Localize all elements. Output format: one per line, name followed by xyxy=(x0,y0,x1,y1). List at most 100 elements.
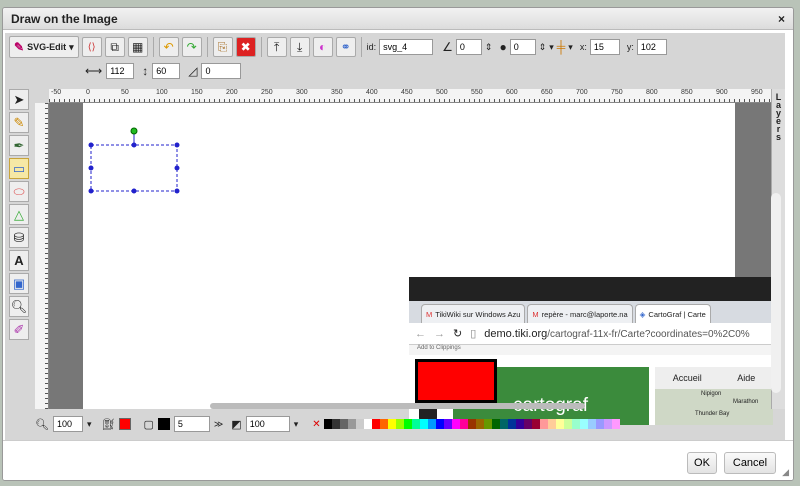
select-tool[interactable]: ➤ xyxy=(9,89,29,110)
zoom-dropdown-icon[interactable]: ▾ xyxy=(87,419,92,430)
path-tool[interactable]: △ xyxy=(9,204,29,225)
stroke-style-icon[interactable]: ≫ xyxy=(214,419,223,430)
svg-edit-menu-button[interactable]: ✎ SVG-Edit ▾ xyxy=(9,36,79,58)
palette-swatch[interactable] xyxy=(324,419,333,429)
palette-swatch[interactable] xyxy=(524,419,533,429)
palette-swatch[interactable] xyxy=(492,419,501,429)
palette-swatch[interactable] xyxy=(380,419,389,429)
ok-button[interactable]: OK xyxy=(687,452,717,474)
palette-swatch[interactable] xyxy=(612,419,621,429)
palette-swatch[interactable] xyxy=(532,419,541,429)
id-input[interactable] xyxy=(379,39,434,55)
resize-handle[interactable] xyxy=(174,188,180,194)
width-input[interactable] xyxy=(106,63,135,79)
angle-input[interactable] xyxy=(455,39,482,55)
reorient-button[interactable]: ⚭ xyxy=(335,37,356,57)
zoom-input[interactable] xyxy=(52,416,83,432)
palette-swatch[interactable] xyxy=(332,419,341,429)
palette-swatch[interactable] xyxy=(396,419,405,429)
palette-swatch[interactable] xyxy=(484,419,493,429)
selection-box[interactable] xyxy=(90,144,178,192)
angle-spinner-icon[interactable]: ⇕ xyxy=(485,42,493,53)
cancel-button[interactable]: Cancel xyxy=(724,452,776,474)
palette-swatch[interactable] xyxy=(348,419,357,429)
stroke-width-input[interactable] xyxy=(173,416,210,432)
palette-swatch[interactable] xyxy=(548,419,557,429)
palette-swatch[interactable] xyxy=(340,419,349,429)
resize-handle[interactable] xyxy=(131,142,137,148)
close-icon[interactable]: × xyxy=(778,12,785,26)
resize-handle[interactable] xyxy=(174,165,180,171)
text-tool[interactable]: A xyxy=(9,250,29,271)
palette-swatch[interactable] xyxy=(580,419,589,429)
fill-color-swatch[interactable] xyxy=(119,418,132,430)
palette-swatch[interactable] xyxy=(508,419,517,429)
palette-swatch[interactable] xyxy=(460,419,469,429)
move-top-button[interactable]: ⤒ xyxy=(266,37,287,57)
redo-button[interactable]: ↷ xyxy=(181,37,202,57)
line-tool[interactable]: ✒ xyxy=(9,135,29,156)
palette-swatch[interactable] xyxy=(588,419,597,429)
corner-radius-input[interactable] xyxy=(201,63,242,79)
dropdown-icon[interactable]: ▾ xyxy=(549,42,554,53)
palette-swatch[interactable] xyxy=(556,419,565,429)
palette-swatch[interactable] xyxy=(604,419,613,429)
vertical-scrollbar[interactable] xyxy=(771,193,781,393)
height-input[interactable] xyxy=(152,63,181,79)
convert-path-button[interactable]: ◐ xyxy=(312,37,333,57)
palette-swatch[interactable] xyxy=(428,419,437,429)
palette-swatch[interactable] xyxy=(356,419,365,429)
pencil-tool[interactable]: ✎ xyxy=(9,112,29,133)
palette-swatch[interactable] xyxy=(476,419,485,429)
blur-input[interactable] xyxy=(509,39,536,55)
resize-handle[interactable] xyxy=(88,142,94,148)
palette-swatch[interactable] xyxy=(564,419,573,429)
cylinder-icon: ⛁ xyxy=(13,229,25,245)
opacity-input[interactable] xyxy=(245,416,290,432)
palette-swatch[interactable] xyxy=(444,419,453,429)
palette-swatch[interactable] xyxy=(540,419,549,429)
zoom-tool[interactable]: 🔍︎ xyxy=(9,296,29,317)
palette-swatch[interactable] xyxy=(364,419,373,429)
resize-handle[interactable] xyxy=(88,188,94,194)
align-icon[interactable]: ╪ xyxy=(557,40,566,54)
clone-button[interactable]: ⎘ xyxy=(212,37,233,57)
palette-swatch[interactable] xyxy=(388,419,397,429)
resize-handle[interactable] xyxy=(174,142,180,148)
palette-swatch[interactable] xyxy=(404,419,413,429)
delete-button[interactable]: ✖ xyxy=(235,37,256,57)
palette-swatch[interactable] xyxy=(572,419,581,429)
resize-handle[interactable] xyxy=(88,165,94,171)
opacity-dropdown-icon[interactable]: ▾ xyxy=(294,419,299,430)
x-input[interactable] xyxy=(589,39,620,55)
palette-swatch[interactable] xyxy=(372,419,381,429)
palette-swatch[interactable] xyxy=(516,419,525,429)
blur-spinner-icon[interactable]: ⇕ xyxy=(539,42,547,53)
palette-swatch[interactable] xyxy=(436,419,445,429)
palette-swatch[interactable] xyxy=(420,419,429,429)
source-button[interactable]: ⟨⟩ xyxy=(81,37,102,57)
y-input[interactable] xyxy=(636,39,667,55)
rectangle-tool[interactable]: ▭ xyxy=(9,158,29,179)
palette-swatch[interactable] xyxy=(412,419,421,429)
wireframe-button[interactable]: ⧉ xyxy=(104,37,125,57)
grid-button[interactable]: ▦ xyxy=(127,37,148,57)
eyedropper-tool[interactable]: ✐ xyxy=(9,319,29,340)
image-tool[interactable]: ▣ xyxy=(9,273,29,294)
move-bottom-button[interactable]: ⤓ xyxy=(289,37,310,57)
palette-swatch[interactable] xyxy=(452,419,461,429)
layers-label-letter: s xyxy=(775,132,781,142)
palette-swatch[interactable] xyxy=(500,419,509,429)
resize-handle[interactable] xyxy=(131,188,137,194)
undo-button[interactable]: ↶ xyxy=(158,37,179,57)
no-color-swatch[interactable]: ✕ xyxy=(312,419,324,430)
horizontal-scrollbar[interactable] xyxy=(210,403,585,409)
shape-library-tool[interactable]: ⛁ xyxy=(9,227,29,248)
ellipse-tool[interactable]: ⬭ xyxy=(9,181,29,202)
rotate-handle[interactable] xyxy=(130,127,138,135)
align-dropdown-icon[interactable]: ▾ xyxy=(568,42,573,53)
stroke-color-swatch[interactable] xyxy=(157,418,170,430)
palette-swatch[interactable] xyxy=(468,419,477,429)
resize-grip-icon[interactable]: ◢ xyxy=(782,467,789,478)
palette-swatch[interactable] xyxy=(596,419,605,429)
